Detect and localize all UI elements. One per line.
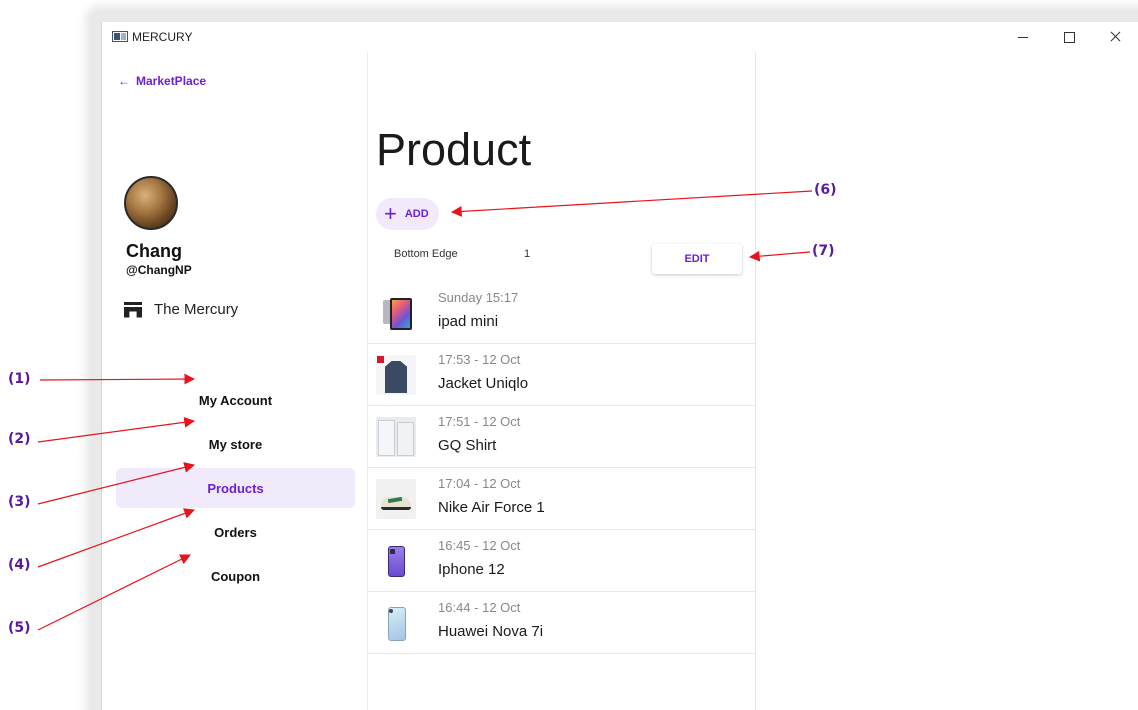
plus-icon: +: [384, 201, 397, 226]
sidebar-item-orders[interactable]: Orders: [116, 512, 355, 552]
list-item[interactable]: 17:51 - 12 Oct GQ Shirt: [368, 406, 756, 468]
list-item[interactable]: 17:04 - 12 Oct Nike Air Force 1: [368, 468, 756, 530]
title-bar[interactable]: MERCURY: [102, 22, 1138, 52]
sidebar-item-products[interactable]: Products: [116, 468, 355, 508]
store-row: The Mercury: [124, 301, 238, 318]
store-name: The Mercury: [154, 301, 239, 318]
add-button-label: ADD: [404, 208, 429, 220]
product-thumbnail: [376, 541, 416, 581]
product-time: 16:44 - 12 Oct: [438, 600, 521, 615]
list-item[interactable]: 16:45 - 12 Oct Iphone 12: [368, 530, 756, 592]
product-time: 16:45 - 12 Oct: [438, 538, 521, 553]
maximize-icon[interactable]: [1046, 22, 1092, 52]
sidebar: ← MarketPlace Chang @ChangNP The Mercury…: [102, 52, 367, 710]
page-title: Product: [376, 124, 532, 175]
sidebar-nav: My Account My store Products Orders Coup…: [116, 380, 355, 600]
app-window: MERCURY ← MarketPlace Chang @ChangNP The…: [101, 22, 1138, 710]
window-title: MERCURY: [132, 30, 193, 44]
product-name: Huawei Nova 7i: [438, 623, 544, 640]
annotation-label-5: (5): [8, 620, 31, 636]
product-thumbnail: [376, 417, 416, 457]
minimize-icon[interactable]: [1000, 22, 1046, 52]
user-name: Chang: [126, 241, 182, 261]
product-name: Iphone 12: [438, 561, 505, 578]
avatar: [124, 176, 178, 230]
user-handle: @ChangNP: [126, 263, 192, 277]
annotation-label-7: (7): [812, 243, 835, 259]
sidebar-item-my-account[interactable]: My Account: [116, 380, 355, 420]
app-window-icon: [112, 31, 128, 42]
product-name: Jacket Uniqlo: [438, 375, 529, 392]
product-name: Nike Air Force 1: [438, 499, 545, 516]
product-panel: Product + ADD Bottom Edge 1 EDIT Sunday …: [367, 52, 756, 710]
product-time: 17:51 - 12 Oct: [438, 414, 521, 429]
product-time: Sunday 15:17: [438, 290, 519, 305]
edit-button[interactable]: EDIT: [652, 244, 742, 274]
sidebar-item-coupon[interactable]: Coupon: [116, 556, 355, 596]
product-name: ipad mini: [438, 313, 499, 330]
sidebar-item-my-store[interactable]: My store: [116, 424, 355, 464]
product-thumbnail: [376, 293, 416, 333]
list-item[interactable]: 17:53 - 12 Oct Jacket Uniqlo: [368, 344, 756, 406]
annotation-label-4: (4): [8, 557, 31, 573]
product-list: Sunday 15:17 ipad mini 17:53 - 12 Oct Ja…: [368, 282, 756, 654]
product-time: 17:04 - 12 Oct: [438, 476, 521, 491]
product-thumbnail: [376, 479, 416, 519]
bottom-edge-value: 1: [524, 248, 531, 260]
list-item[interactable]: Sunday 15:17 ipad mini: [368, 282, 756, 344]
product-thumbnail: [376, 603, 416, 643]
annotation-label-2: (2): [8, 431, 31, 447]
annotation-label-6: (6): [814, 182, 837, 198]
add-product-button[interactable]: + ADD: [376, 198, 439, 230]
annotation-label-3: (3): [8, 494, 31, 510]
bottom-edge-label: Bottom Edge: [394, 248, 458, 260]
back-link-label: MarketPlace: [136, 74, 207, 88]
product-name: GQ Shirt: [438, 437, 497, 454]
arrow-left-icon: ←: [118, 74, 130, 88]
annotation-label-1: (1): [8, 371, 31, 387]
close-icon[interactable]: [1092, 22, 1138, 52]
product-time: 17:53 - 12 Oct: [438, 352, 521, 367]
store-icon: [124, 301, 142, 318]
list-item[interactable]: 16:44 - 12 Oct Huawei Nova 7i: [368, 592, 756, 654]
product-thumbnail: [376, 355, 416, 395]
back-marketplace-link[interactable]: ← MarketPlace: [118, 74, 206, 88]
